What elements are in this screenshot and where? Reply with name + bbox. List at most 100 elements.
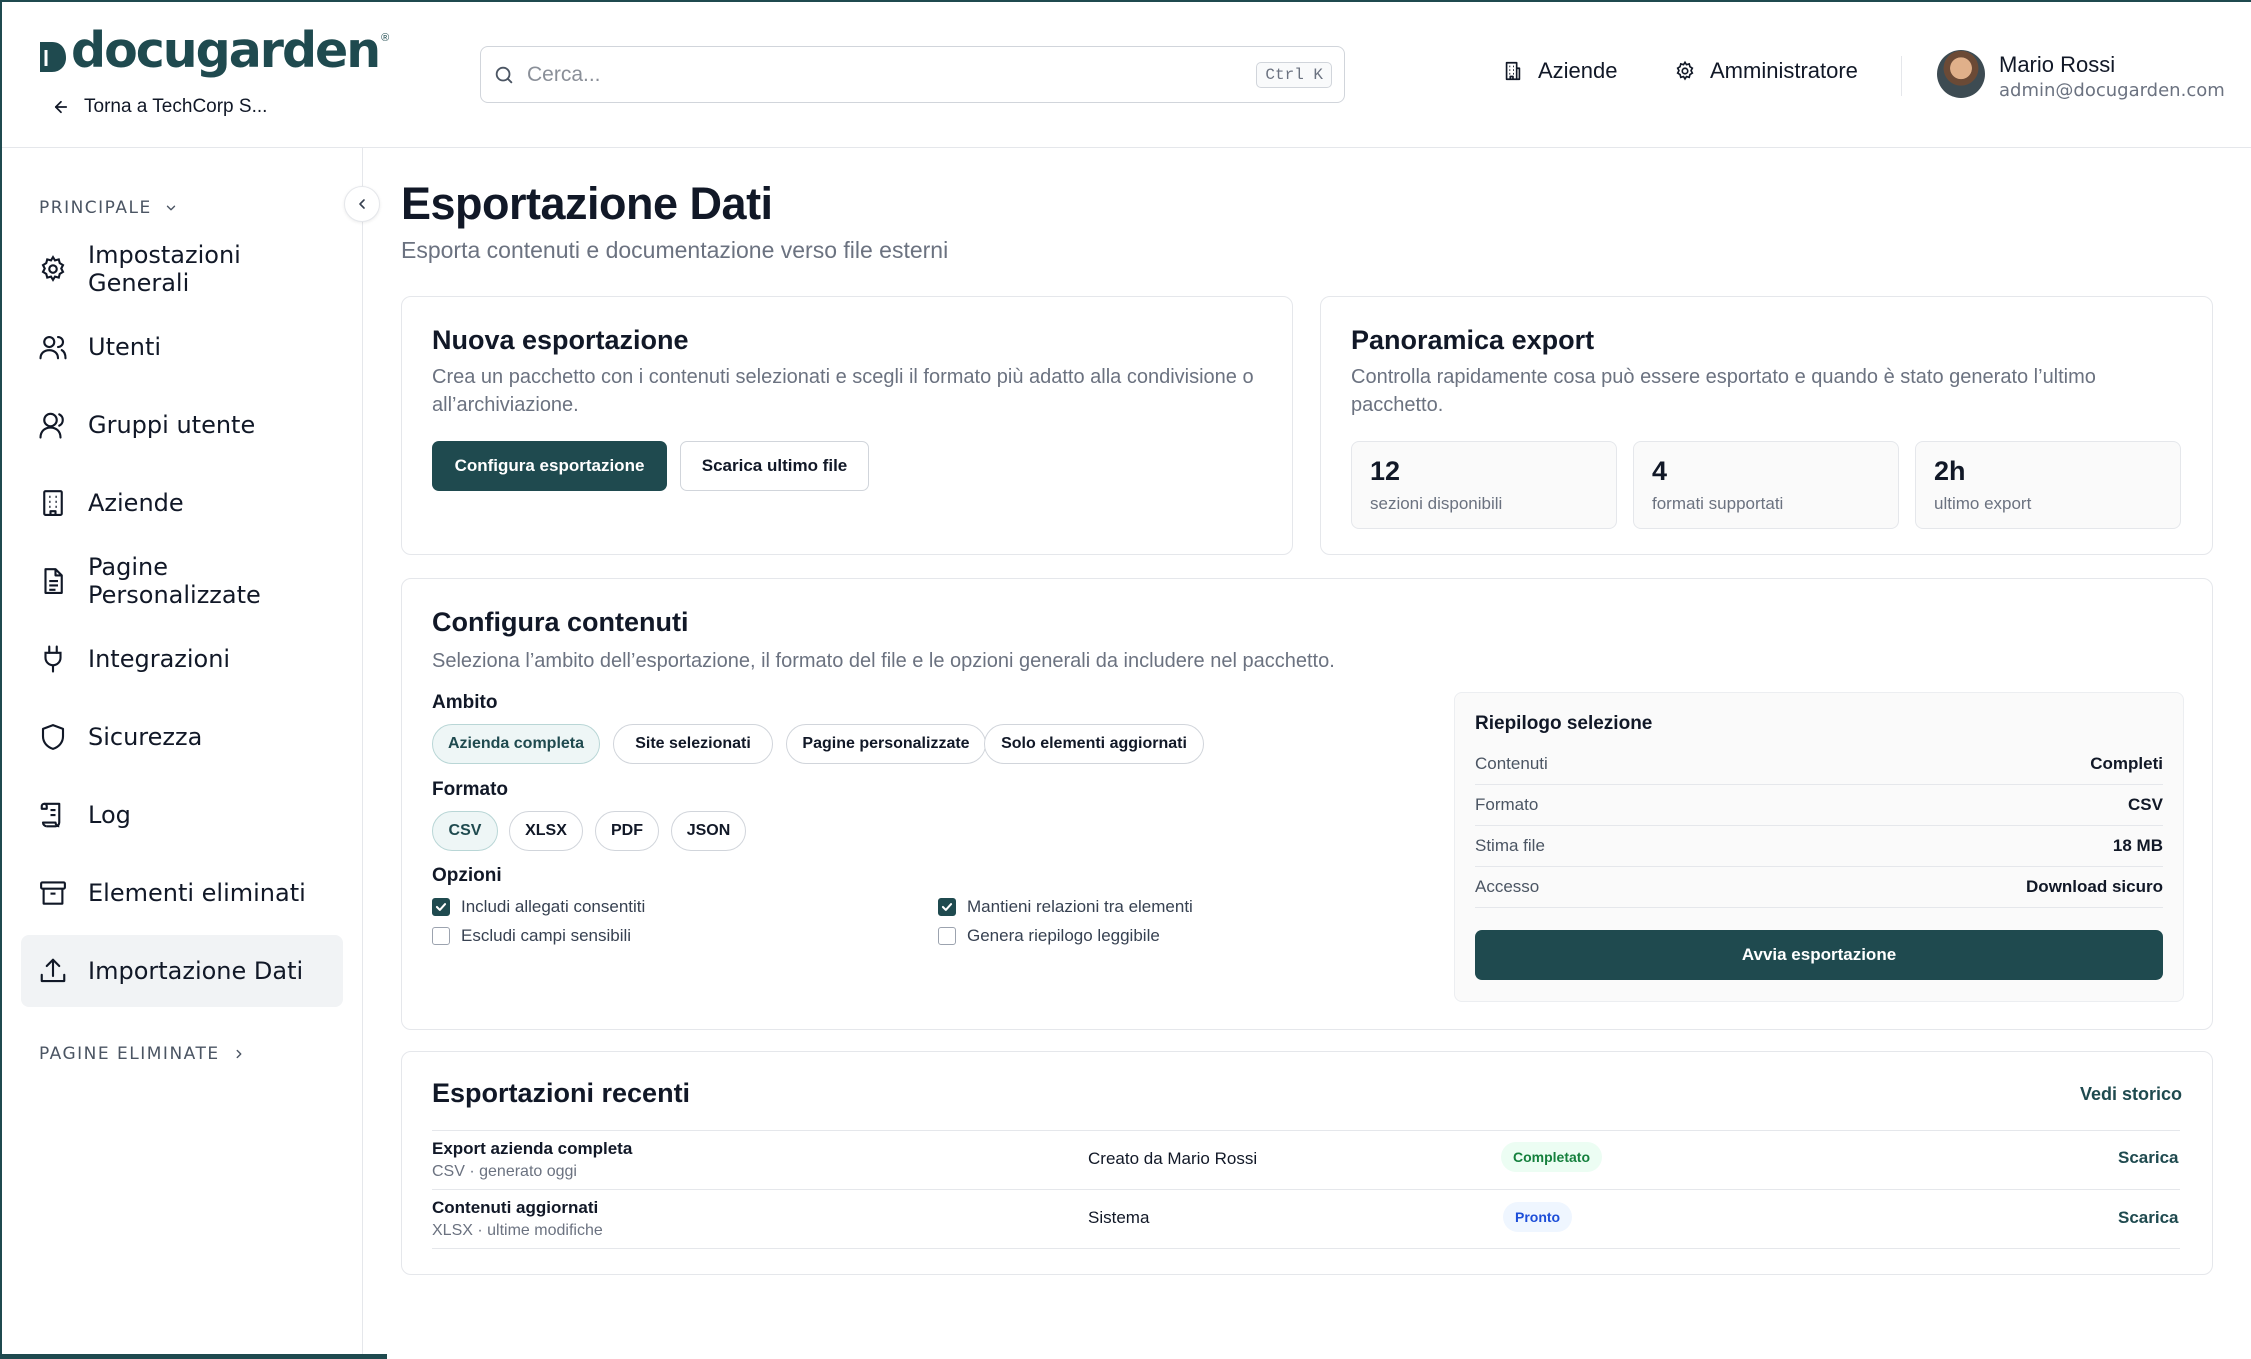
new-export-desc: Crea un pacchetto con i contenuti selezi…: [432, 366, 1254, 416]
recent-row-title: Contenuti aggiornati: [432, 1198, 599, 1217]
configure-title: Configura contenuti: [432, 607, 689, 637]
checkbox-checked[interactable]: [938, 898, 956, 916]
scope-pill-full-company[interactable]: Azienda completa: [432, 724, 600, 764]
sidebar-item-custom-pages[interactable]: Pagine Personalizzate: [21, 545, 343, 617]
recent-exports-title: Esportazioni recenti: [432, 1078, 691, 1108]
format-pill-json[interactable]: JSON: [671, 811, 746, 851]
summary-row-file-size: Stima file 18 MB: [1475, 826, 2163, 867]
download-link[interactable]: Scarica: [2118, 1148, 2179, 1168]
recent-row-creator: Creato da Mario Rossi: [1088, 1149, 1258, 1168]
sidebar-item-label: Log: [88, 801, 131, 829]
logo-text: docugarden: [71, 22, 381, 79]
sidebar-item-user-groups[interactable]: Gruppi utente: [21, 389, 343, 461]
option-readable-summary[interactable]: Genera riepilogo leggibile: [938, 926, 1160, 946]
format-pill-csv[interactable]: CSV: [432, 811, 498, 851]
sidebar-item-label: Pagine Personalizzate: [88, 553, 261, 609]
checkbox-unchecked[interactable]: [938, 927, 956, 945]
search-box[interactable]: Ctrl K: [480, 46, 1345, 103]
sidebar-item-companies[interactable]: Aziende: [21, 467, 343, 539]
nav-admin-link[interactable]: Amministratore: [1674, 58, 1858, 84]
logo-registered: ®: [381, 32, 390, 44]
document-icon: [44, 568, 63, 594]
sidebar-item-data-import[interactable]: Importazione Dati: [21, 935, 343, 1007]
back-link-label: Torna a TechCorp S...: [84, 96, 268, 117]
sidebar-item-log[interactable]: Log: [21, 779, 343, 851]
stat-label: formati supportati: [1652, 494, 1784, 513]
view-history-link[interactable]: Vedi storico: [2080, 1084, 2182, 1105]
option-include-attachments[interactable]: Includi allegati consentiti: [432, 897, 645, 917]
scroll-icon: [40, 802, 61, 828]
upload-icon: [40, 958, 66, 983]
search-shortcut-badge: Ctrl K: [1256, 61, 1332, 88]
app-frame: docugarden ® Torna a TechCorp S... Ctrl …: [0, 0, 2251, 1359]
status-badge: Completato: [1501, 1142, 1602, 1172]
table-divider: [432, 1130, 2180, 1131]
gear-icon: [1676, 60, 1694, 81]
summary-value: Completi: [2090, 754, 2163, 773]
scope-pill-updated-only[interactable]: Solo elementi aggiornati: [984, 724, 1204, 764]
format-label: Formato: [432, 779, 508, 800]
sidebar-item-deleted-items[interactable]: Elementi eliminati: [21, 857, 343, 929]
start-export-button[interactable]: Avvia esportazione: [1475, 930, 2163, 980]
docugarden-logo[interactable]: docugarden ®: [38, 22, 389, 80]
nav-companies-label: Aziende: [1538, 58, 1618, 83]
sidebar-item-label: Integrazioni: [88, 645, 231, 673]
download-link[interactable]: Scarica: [2118, 1208, 2179, 1228]
check-icon: [941, 903, 953, 911]
sidebar-section-main-label: PRINCIPALE: [39, 198, 152, 218]
sidebar-item-label: Impostazioni Generali: [88, 241, 241, 297]
summary-value: CSV: [2128, 795, 2163, 814]
option-label: Escludi campi sensibili: [461, 926, 632, 945]
options-label: Opzioni: [432, 865, 502, 886]
scope-label: Ambito: [432, 692, 498, 713]
stat-sections: 12 sezioni disponibili: [1351, 441, 1617, 529]
summary-row-access: Accesso Download sicuro: [1475, 867, 2163, 908]
option-keep-relations[interactable]: Mantieni relazioni tra elementi: [938, 897, 1193, 917]
recent-exports-card: Esportazioni recenti Vedi storico Export…: [401, 1051, 2213, 1275]
summary-key: Accesso: [1475, 877, 1540, 896]
scope-pill-selected-sites[interactable]: Site selezionati: [613, 724, 773, 764]
shield-icon: [41, 724, 65, 750]
configure-export-button[interactable]: Configura esportazione: [432, 441, 667, 491]
sidebar-item-label: Gruppi utente: [88, 411, 256, 439]
sidebar-item-integrations[interactable]: Integrazioni: [21, 623, 343, 695]
checkbox-checked[interactable]: [432, 898, 450, 916]
page-title: Esportazione Dati: [401, 178, 773, 229]
configure-desc: Seleziona l’ambito dell’esportazione, il…: [432, 650, 1335, 672]
gear-icon: [41, 255, 65, 282]
sidebar-section-main[interactable]: PRINCIPALE: [39, 198, 178, 218]
format-pill-pdf[interactable]: PDF: [595, 811, 659, 851]
progress-bar: [2, 1354, 387, 1359]
stat-label: sezioni disponibili: [1370, 494, 1503, 513]
export-overview-card: Panoramica export Controlla rapidamente …: [1320, 296, 2213, 555]
search-input[interactable]: [527, 62, 1257, 87]
overview-title: Panoramica export: [1351, 325, 1595, 355]
summary-row-format: Formato CSV: [1475, 785, 2163, 826]
nav-companies-link[interactable]: Aziende: [1502, 58, 1618, 84]
option-label: Includi allegati consentiti: [461, 897, 646, 916]
user-name: Mario Rossi: [1999, 52, 2116, 77]
sidebar-item-general-settings[interactable]: Impostazioni Generali: [21, 233, 343, 305]
new-export-card: Nuova esportazione Crea un pacchetto con…: [401, 296, 1293, 555]
sidebar-item-users[interactable]: Utenti: [21, 311, 343, 383]
download-last-file-button[interactable]: Scarica ultimo file: [680, 441, 869, 491]
sidebar-item-label: Elementi eliminati: [88, 879, 306, 907]
chevron-left-icon: [359, 199, 365, 209]
user-avatar[interactable]: [1937, 50, 1985, 98]
nav-admin-label: Amministratore: [1710, 58, 1858, 83]
sidebar-item-label: Sicurezza: [88, 723, 203, 751]
sidebar-collapse-button[interactable]: [344, 186, 380, 222]
summary-key: Formato: [1475, 795, 1539, 814]
user-group-icon: [39, 412, 64, 439]
recent-row-subtitle: CSV · generato oggi: [432, 1163, 577, 1180]
sidebar-section-deleted-pages[interactable]: PAGINE ELIMINATE: [39, 1044, 246, 1064]
option-exclude-sensitive[interactable]: Escludi campi sensibili: [432, 926, 631, 946]
scope-pill-custom-pages[interactable]: Pagine personalizzate: [786, 724, 986, 764]
option-label: Mantieni relazioni tra elementi: [967, 897, 1193, 916]
back-to-company-link[interactable]: Torna a TechCorp S...: [52, 96, 267, 118]
stat-value: 12: [1370, 456, 1401, 486]
format-pill-xlsx[interactable]: XLSX: [509, 811, 583, 851]
checkbox-unchecked[interactable]: [432, 927, 450, 945]
sidebar-item-security[interactable]: Sicurezza: [21, 701, 343, 773]
stat-value: 2h: [1934, 456, 1966, 486]
